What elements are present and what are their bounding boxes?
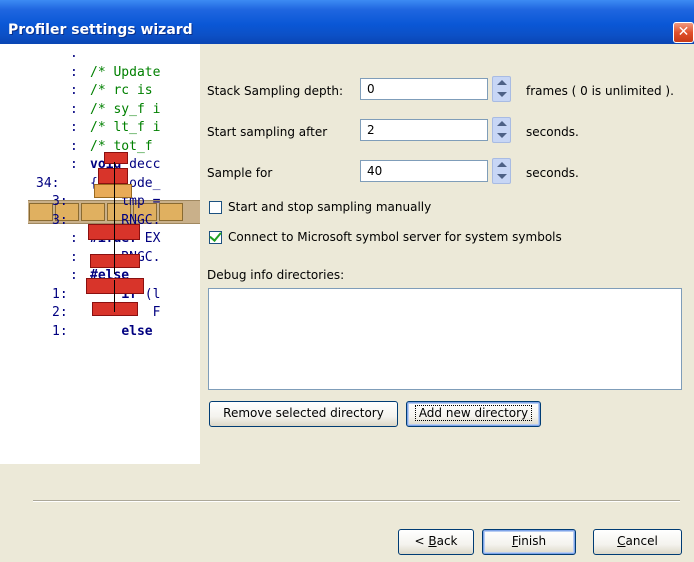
stack-depth-label: Stack Sampling depth: [207, 84, 343, 98]
manual-sampling-label[interactable]: Start and stop sampling manually [228, 200, 431, 214]
debug-dirs-list[interactable] [208, 288, 682, 390]
wizard-illustration: .: /* Update: /* rc is: /* sy_f i: /* lt_f i… [0, 44, 200, 464]
remove-directory-label: Remove selected directory [223, 406, 384, 420]
sample-for-spinner[interactable] [492, 158, 511, 184]
callgraph-node [92, 302, 138, 316]
close-icon: ✕ [677, 24, 690, 40]
code-line-number: 34: [36, 175, 60, 191]
code-line-number: 3: [52, 212, 68, 228]
code-line-number: : [70, 120, 78, 135]
code-line-text: /* rc is [90, 83, 153, 98]
sample-for-unit: seconds. [526, 166, 579, 180]
symbol-server-label[interactable]: Connect to Microsoft symbol server for s… [228, 230, 562, 244]
back-label: < Back [414, 534, 458, 548]
debug-dirs-label: Debug info directories: [207, 268, 345, 282]
sample-for-label: Sample for [207, 166, 273, 180]
code-line-number: : [70, 157, 78, 172]
add-directory-button[interactable]: Add new directory [406, 401, 541, 427]
cancel-button[interactable]: Cancel [593, 529, 682, 555]
sample-for-input[interactable]: 40 [360, 160, 488, 182]
add-directory-label: Add new directory [414, 405, 533, 421]
code-line-number: : [70, 138, 78, 154]
code-line-number: : [70, 101, 78, 117]
title-bar[interactable]: Profiler settings wizard ✕ [0, 0, 694, 44]
remove-directory-button[interactable]: Remove selected directory [209, 401, 398, 427]
code-line-text: else [121, 323, 153, 339]
checkmark-icon [209, 229, 222, 242]
code-line-number: 2: [52, 305, 68, 320]
code-line-number: : [70, 268, 78, 283]
spin-down-icon[interactable] [497, 92, 507, 97]
start-after-unit: seconds. [526, 125, 579, 139]
spin-up-icon[interactable] [497, 80, 507, 85]
profiler-settings-dialog: Profiler settings wizard ✕ .: /* Update: /… [0, 0, 694, 562]
window-title: Profiler settings wizard [8, 22, 193, 38]
code-line-number: : [70, 249, 78, 265]
callgraph-node [86, 278, 144, 294]
spin-up-icon[interactable] [497, 121, 507, 126]
code-line-number: 3: [52, 194, 68, 209]
footer-divider [33, 500, 680, 502]
manual-sampling-checkbox[interactable] [209, 201, 222, 214]
callgraph-edge [114, 162, 115, 274]
start-after-input[interactable]: 2 [360, 119, 488, 141]
code-line-number: 1: [52, 286, 68, 302]
symbol-server-checkbox[interactable] [209, 229, 222, 244]
code-line-number: : [70, 64, 78, 80]
finish-button[interactable]: Finish [482, 529, 576, 555]
callgraph-edge [114, 280, 115, 312]
code-line-text: /* sy_f i [90, 101, 161, 117]
callgraph-node [104, 152, 128, 164]
code-line-text: /* lt_f i [90, 120, 161, 135]
callgraph-node [90, 254, 140, 268]
stack-depth-input[interactable]: 0 [360, 78, 488, 100]
finish-label: Finish [511, 534, 547, 548]
close-button[interactable]: ✕ [673, 22, 694, 43]
cancel-label: Cancel [617, 534, 658, 548]
spin-down-icon[interactable] [497, 133, 507, 138]
callgraph-node [98, 168, 128, 184]
spin-down-icon[interactable] [497, 174, 507, 179]
code-line-number: : [70, 231, 78, 246]
code-line-number: . [70, 46, 78, 61]
back-button[interactable]: < Back [398, 529, 474, 555]
callgraph-node [94, 184, 132, 198]
code-line-number: 1: [52, 323, 68, 339]
spin-up-icon[interactable] [497, 162, 507, 167]
stack-depth-spinner[interactable] [492, 76, 511, 102]
stack-depth-unit: frames ( 0 is unlimited ). [526, 84, 674, 98]
start-after-spinner[interactable] [492, 117, 511, 143]
start-after-label: Start sampling after [207, 125, 328, 139]
code-line-text: /* Update [90, 64, 161, 80]
code-line-number: : [70, 83, 78, 98]
